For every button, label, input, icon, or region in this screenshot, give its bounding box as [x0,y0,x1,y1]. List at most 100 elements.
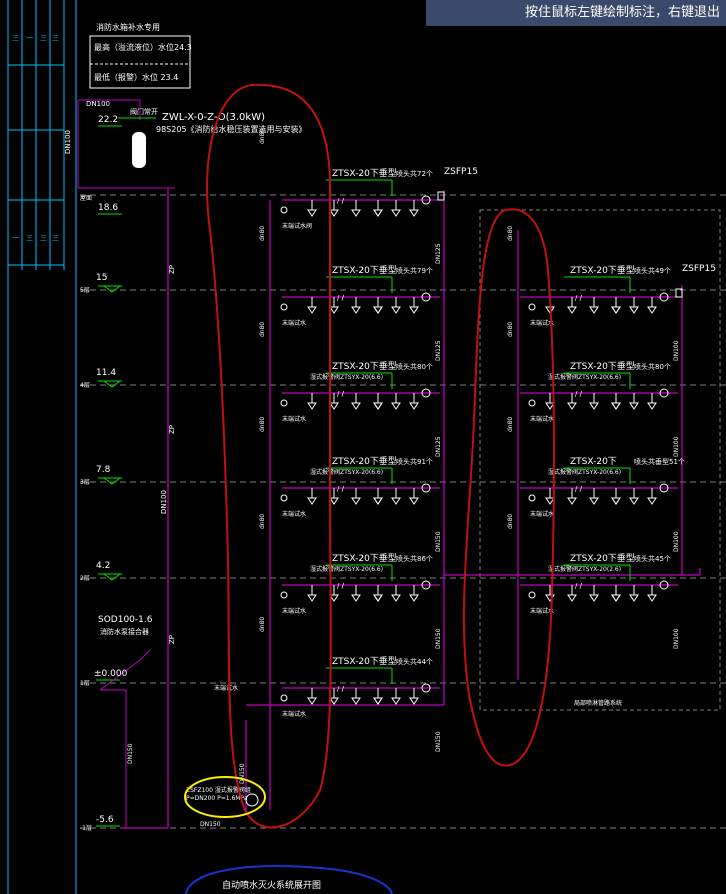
water-tank: 消防水箱补水专用 最高（溢流液位）水位24.3 最低（报警）水位 23.4 [89,22,192,89]
sprinkler-head [611,497,621,505]
zsfp-label: ZSFP15 [682,264,716,274]
sprinkler-head [307,209,317,217]
red-annotation-left [206,83,332,829]
sprinkler-head [629,306,639,314]
break-mark: / / [337,294,345,302]
sprinkler-head [611,594,621,602]
svg-text:三: 三 [40,234,47,242]
elev-triangle [102,573,122,581]
branch-count: 喷头共49个 [634,266,671,275]
sprinkler-head [589,306,599,314]
elev-triangle [102,285,122,293]
svg-text:三: 三 [12,34,19,42]
elev-triangle [102,477,122,485]
break-mark: / / [575,582,583,590]
ground-elev: ±0.000 [94,669,128,679]
left-branches: / /ZTSX-20下垂型 喷头共72个末端试水阀dn80DN125ZSFP15/… [259,129,478,752]
sprinkler-head [329,306,339,314]
main-pipe-label: DN100 [673,531,680,552]
sprinkler-head [647,306,657,314]
branch-model: ZTSX-20下垂型 [332,552,397,564]
break-mark: / / [575,294,583,302]
sprinkler-head [307,306,317,314]
roof-elev: 18.6 [98,203,118,213]
tank-min-level: 最低（报警）水位 23.4 [94,72,178,82]
sprinkler-head [409,209,419,217]
sprinkler-head [373,306,383,314]
branch-sub: 湿式报警阀ZTSYX-20(6.6) [310,565,383,573]
sprinkler-head [589,497,599,505]
main-pipe-label: DN150 [435,628,442,649]
main-pipe-label: DN100 [673,340,680,361]
zp-label-top: ZP [168,265,176,274]
tank-elev: 22.2 [98,115,118,125]
end-test-label: 末端试水 [530,510,554,518]
cad-drawing-canvas[interactable]: 三一三三 一三三三 155层11.44层7.83层4.22层1层-1层 消防水箱… [0,0,726,894]
sprinkler-head [567,402,577,410]
branch-model: ZTSX-20下垂型 [332,655,397,667]
sprinkler-head [351,697,361,705]
riser-dn-label: dn80 [507,417,514,432]
sprinkler-head [373,209,383,217]
tank-title: 消防水箱补水专用 [96,22,160,32]
branch-count: 喷头共45个 [634,554,671,563]
main-riser-label: DN100 [160,490,168,514]
sprinkler-head [647,497,657,505]
test-valve [528,591,536,599]
floor-elev: 15 [96,273,107,283]
floor-label: -1层 [80,825,92,832]
sprinkler-head [373,402,383,410]
elev-triangle [102,380,122,388]
test-valve [280,206,288,214]
sprinkler-head [589,402,599,410]
test-valve [528,303,536,311]
sprinkler-head [373,497,383,505]
sprinkler-head [307,594,317,602]
roof-label: 屋面 [80,195,92,202]
sprinkler-head [629,497,639,505]
end-test-label: 末端试水 [282,510,306,518]
riser-dn-label: dn80 [259,322,266,337]
branch-count: 喷头共垂型51个 [634,457,685,466]
branch-count: 喷头共86个 [396,554,433,563]
riser-dn-label: dn80 [259,417,266,432]
riser-dn-label: dn80 [507,226,514,241]
sprinkler-head [329,697,339,705]
sprinkler-head [373,697,383,705]
test-valve [280,694,288,702]
branch-count: 喷头共44个 [396,657,433,666]
alarm-end: 末端试水 [214,684,238,692]
main-pipe-label: DN100 [673,628,680,649]
inlet-group: SOD100-1.6 消防水泵接合器 DN150 ±0.000 [94,615,153,828]
right-bottom-note: 局部喷淋管路系统 [574,699,622,707]
bottom-dn: DN150 [200,821,221,828]
branch-count: 喷头共79个 [396,266,433,275]
riser-dn-label: dn80 [507,322,514,337]
break-mark: / / [575,390,583,398]
test-valve [280,399,288,407]
sprinkler-head [391,402,401,410]
floor-label: 5层 [80,287,90,294]
riser-dn-label: dn80 [507,514,514,529]
alarm-note: P=DN200 P=1.6MPa [186,795,248,802]
main-pipe-label: DN125 [435,243,442,264]
sprinkler-head [629,402,639,410]
sprinkler-head [351,497,361,505]
inlet-note: 消防水泵接合器 [100,627,149,636]
sprinkler-head [391,306,401,314]
main-pipe-label: DN150 [435,531,442,552]
sprinkler-head [351,306,361,314]
end-test-label: 末端试水 [282,710,306,718]
sprinkler-head [307,497,317,505]
branch-sub: 湿式报警阀ZTSYX-20(6.6) [548,373,621,381]
branch-count: 喷头共72个 [396,169,433,178]
sprinkler-head [409,306,419,314]
branch-model: ZTSX-20下垂型 [332,360,397,372]
branch-model: ZTSX-20下 [570,457,617,467]
branch-model: ZTSX-20下垂型 [332,455,397,467]
riser-dn-label: dn80 [259,129,266,144]
sprinkler-head [409,594,419,602]
break-mark: / / [337,197,345,205]
svg-text:三: 三 [52,34,59,42]
command-hint-bar: 按住鼠标左键绘制标注，右键退出 [426,0,726,26]
